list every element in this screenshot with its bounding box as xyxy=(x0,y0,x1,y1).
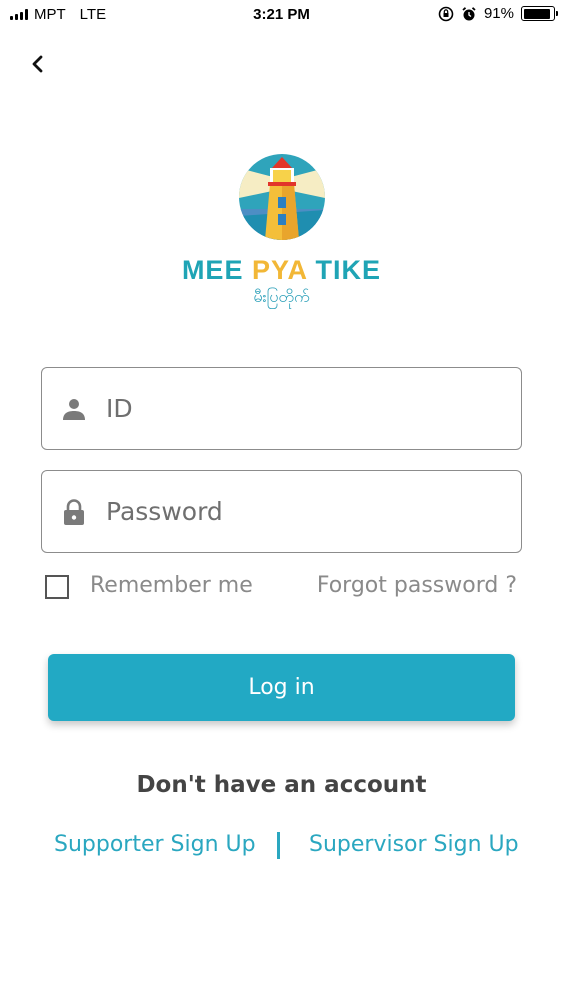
status-bar: MPT LTE 3:21 PM 91% xyxy=(0,0,563,30)
id-input[interactable] xyxy=(106,368,506,448)
person-icon xyxy=(63,399,85,420)
id-field[interactable] xyxy=(41,367,522,450)
supporter-sign-up-link[interactable]: Supporter Sign Up xyxy=(54,832,256,857)
battery-fill xyxy=(523,8,550,19)
orientation-lock-icon xyxy=(438,6,454,21)
brand-name: MEE PYA TIKE xyxy=(0,255,563,286)
battery-percent: 91% xyxy=(483,5,514,22)
forgot-password-link[interactable]: Forgot password ? xyxy=(317,573,517,598)
alarm-icon xyxy=(462,6,476,20)
status-right: 91% xyxy=(438,5,558,22)
no-account-prompt: Don't have an account xyxy=(136,772,427,798)
brand-subtitle: မီးပြတိုက် xyxy=(253,287,310,306)
login-button[interactable]: Log in xyxy=(48,654,515,721)
lock-icon xyxy=(64,499,84,525)
chevron-left-icon xyxy=(32,55,43,73)
brand-name-tike: TIKE xyxy=(315,255,382,285)
battery-icon xyxy=(521,6,558,21)
back-button[interactable] xyxy=(26,52,50,76)
signup-divider xyxy=(277,832,280,859)
password-field[interactable] xyxy=(41,470,522,553)
remember-me-label[interactable]: Remember me xyxy=(90,573,253,598)
brand-name-pya: PYA xyxy=(251,255,308,285)
lighthouse-logo xyxy=(239,154,325,240)
password-input[interactable] xyxy=(106,471,506,551)
remember-me-checkbox[interactable] xyxy=(45,575,69,599)
supervisor-sign-up-link[interactable]: Supervisor Sign Up xyxy=(309,832,519,857)
brand-name-mee: MEE xyxy=(181,255,244,285)
signup-row: Supporter Sign Up Supervisor Sign Up xyxy=(0,830,563,864)
